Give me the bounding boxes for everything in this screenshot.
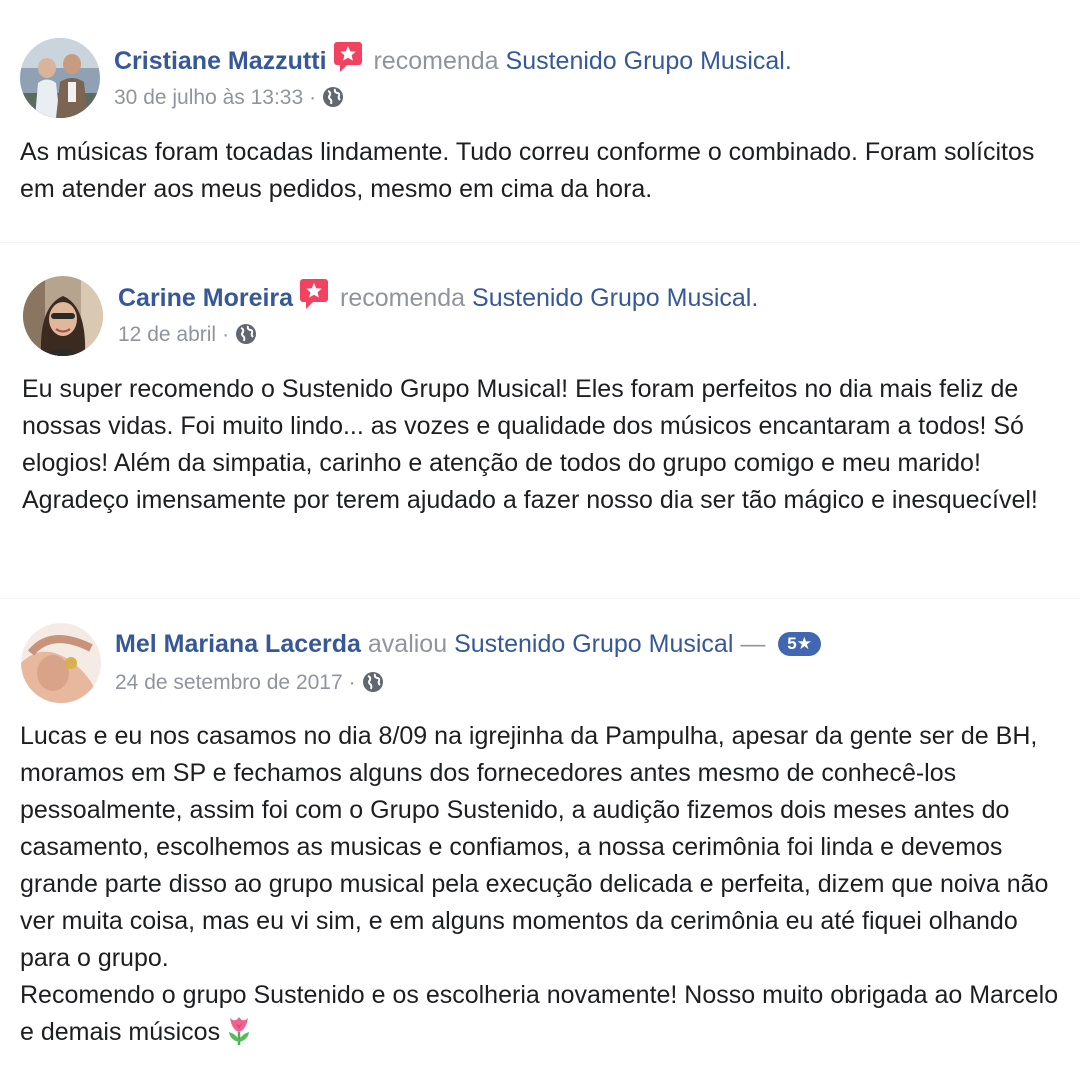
review-divider bbox=[0, 598, 1080, 599]
avatar[interactable] bbox=[21, 623, 101, 703]
review-header: Cristiane Mazzutti recomenda Sustenido G… bbox=[114, 41, 792, 77]
globe-icon[interactable] bbox=[362, 671, 384, 693]
globe-icon[interactable] bbox=[235, 323, 257, 345]
page-suffix: . bbox=[784, 47, 792, 75]
avatar-photo bbox=[21, 623, 101, 703]
author-name[interactable]: Mel Mariana Lacerda bbox=[115, 630, 361, 658]
avatar[interactable] bbox=[23, 276, 103, 356]
review-meta: 12 de abril · bbox=[118, 320, 257, 350]
avatar-photo bbox=[20, 38, 100, 118]
review-paragraph: Lucas e eu nos casamos no dia 8/09 na ig… bbox=[20, 722, 1049, 972]
timestamp[interactable]: 12 de abril bbox=[118, 323, 216, 346]
timestamp[interactable]: 30 de julho às 13:33 bbox=[114, 86, 303, 109]
review-action: avaliou bbox=[367, 630, 448, 658]
tulip-icon bbox=[224, 1014, 254, 1046]
rating-badge: 5★ bbox=[778, 632, 821, 656]
author-name[interactable]: Carine Moreira bbox=[118, 284, 293, 312]
header-dash: — bbox=[740, 630, 766, 658]
review-divider bbox=[0, 242, 1080, 243]
review-closing-text: Recomendo o grupo Sustenido e os escolhe… bbox=[20, 981, 1059, 1046]
page-link[interactable]: Sustenido Grupo Musical bbox=[454, 630, 733, 658]
review-meta: 30 de julho às 13:33 · bbox=[114, 83, 344, 113]
meta-separator: · bbox=[348, 671, 356, 694]
review-paragraph: As músicas foram tocadas lindamente. Tud… bbox=[20, 138, 1035, 203]
recommendation-star-icon bbox=[299, 278, 329, 320]
review-text: As músicas foram tocadas lindamente. Tud… bbox=[20, 134, 1045, 208]
avatar[interactable] bbox=[20, 38, 100, 118]
page-link[interactable]: Sustenido Grupo Musical bbox=[506, 47, 785, 75]
page-suffix: . bbox=[751, 284, 759, 312]
review-text: Eu super recomendo o Sustenido Grupo Mus… bbox=[22, 371, 1042, 519]
review-action: recomenda bbox=[340, 284, 466, 312]
meta-separator: · bbox=[309, 86, 317, 109]
review-paragraph: Recomendo o grupo Sustenido e os escolhe… bbox=[20, 977, 1065, 1051]
review-text: Lucas e eu nos casamos no dia 8/09 na ig… bbox=[20, 718, 1065, 1051]
meta-separator: · bbox=[222, 323, 230, 346]
avatar-photo bbox=[23, 276, 103, 356]
review-action: recomenda bbox=[373, 47, 499, 75]
review-meta: 24 de setembro de 2017 · bbox=[115, 668, 384, 698]
page-link[interactable]: Sustenido Grupo Musical bbox=[472, 284, 751, 312]
globe-icon[interactable] bbox=[322, 86, 344, 108]
review-header: Carine Moreira recomenda Sustenido Grupo… bbox=[118, 278, 758, 314]
recommendation-star-icon bbox=[333, 41, 363, 83]
author-name[interactable]: Cristiane Mazzutti bbox=[114, 47, 327, 75]
review-paragraph: Eu super recomendo o Sustenido Grupo Mus… bbox=[22, 375, 1038, 514]
review-header: Mel Mariana Lacerda avaliou Sustenido Gr… bbox=[115, 626, 821, 662]
timestamp[interactable]: 24 de setembro de 2017 bbox=[115, 671, 343, 694]
